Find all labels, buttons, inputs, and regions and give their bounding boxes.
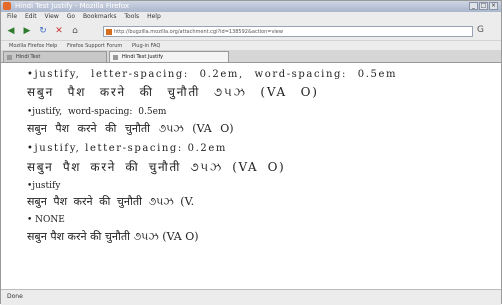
tab-hindi-test[interactable]: Hindi Test [3, 51, 107, 62]
tab-label: Hindi Test [16, 54, 41, 60]
block-2-label: •justify, word-spacing: 0.5em [27, 107, 167, 117]
back-icon[interactable]: ◀ [5, 25, 17, 37]
block-4-text: सबुन पैश करने की चुनौती ૭૫ઝ (V. [27, 195, 195, 208]
home-icon[interactable]: ⌂ [69, 25, 81, 37]
tab-label: Hindi Test Justify [122, 54, 164, 60]
block-1-label: •justify, letter-spacing: 0.2em, word-sp… [27, 69, 398, 80]
maximize-button[interactable]: □ [479, 2, 488, 10]
block-4-label: •justify [27, 181, 61, 191]
status-bar: Done [1, 289, 501, 305]
reload-icon[interactable]: ↻ [37, 25, 49, 37]
page-content: •justify, letter-spacing: 0.2em, word-sp… [1, 63, 501, 289]
url-text: http://bugzilla.mozilla.org/attachment.c… [114, 29, 283, 35]
block-5-text: सबुन पैश करने की चुनौती ૭૫ઝ (VA O) [27, 230, 199, 243]
menu-file[interactable]: File [7, 12, 17, 22]
firefox-icon [3, 2, 11, 10]
minimize-button[interactable]: _ [469, 2, 478, 10]
menu-tools[interactable]: Tools [124, 12, 139, 22]
menu-view[interactable]: View [45, 12, 59, 22]
tab-favicon-icon [7, 55, 12, 60]
menu-help[interactable]: Help [147, 12, 161, 22]
navigation-toolbar: ◀ ▶ ↻ ✕ ⌂ http://bugzilla.mozilla.org/at… [1, 22, 501, 40]
status-text: Done [7, 293, 23, 300]
menu-go[interactable]: Go [67, 12, 75, 22]
tab-bar: Hindi Test Hindi Test Justify [1, 50, 501, 63]
title-bar: Hindi Test Justify - Mozilla Firefox _ □… [1, 1, 501, 12]
forward-icon[interactable]: ▶ [21, 25, 33, 37]
site-favicon-icon [106, 29, 112, 35]
block-1-text: सबुन पैश करने की चुनौती ૭૫ઝ (VA O) [27, 85, 319, 99]
close-button[interactable]: × [489, 2, 498, 10]
block-5-label: • NONE [27, 215, 65, 225]
block-3-label: •justify, letter-spacing: 0.2em [27, 143, 227, 154]
window-title: Hindi Test Justify - Mozilla Firefox [15, 2, 130, 10]
browser-window: Hindi Test Justify - Mozilla Firefox _ □… [0, 0, 502, 305]
tab-favicon-icon [113, 55, 118, 60]
go-icon[interactable]: G [477, 25, 484, 35]
url-field[interactable]: http://bugzilla.mozilla.org/attachment.c… [103, 26, 473, 37]
tab-hindi-test-justify[interactable]: Hindi Test Justify [109, 51, 229, 62]
menu-bookmarks[interactable]: Bookmarks [83, 12, 117, 22]
menu-edit[interactable]: Edit [25, 12, 37, 22]
stop-icon[interactable]: ✕ [53, 25, 65, 37]
menu-bar: File Edit View Go Bookmarks Tools Help [1, 12, 501, 22]
block-3-text: सबुन पैश करने की चुनौती ૭૫ઝ (VA O) [27, 160, 286, 174]
block-2-text: सबुन पैश करने की चुनौती ૭૫ઝ (VA O) [27, 122, 234, 135]
